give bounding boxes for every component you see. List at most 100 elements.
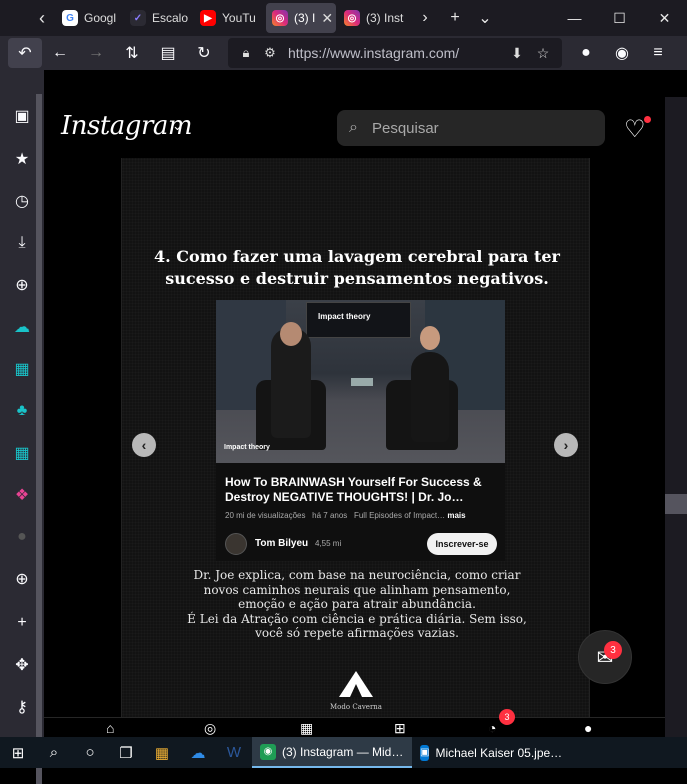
page-scrollbar[interactable] xyxy=(665,97,687,737)
tab-youtube[interactable]: ▶ YouTu xyxy=(194,3,264,33)
activity-badge: 3 xyxy=(499,709,515,725)
post-card: 4. Como fazer uma lavagem cerebral para … xyxy=(121,158,590,737)
firefox-icon: ◉ xyxy=(260,743,276,760)
sync-icon[interactable]: ⇅ xyxy=(114,36,150,70)
cloud-icon[interactable]: ☁ xyxy=(8,313,36,341)
list-tabs-icon[interactable]: ⌄ xyxy=(470,0,500,36)
photos-icon: ▣ xyxy=(420,744,430,761)
profile-icon[interactable]: ◉ xyxy=(604,36,640,70)
apps-grid-icon[interactable]: ❖ xyxy=(8,481,36,509)
carousel-prev-button[interactable]: ‹ xyxy=(132,433,156,457)
thumbnail-watermark: Impact theory xyxy=(224,444,270,451)
messages-button[interactable]: ✉ xyxy=(578,630,632,684)
url-text[interactable]: https://www.instagram.com/ xyxy=(288,45,504,61)
tab-instagram[interactable]: ◎ (3) Inst xyxy=(338,3,408,33)
reload-icon[interactable]: ↻ xyxy=(186,36,222,70)
post-heading: 4. Como fazer uma lavagem cerebral para … xyxy=(154,247,560,288)
post-caption: Dr. Joe explica, com base na neurociênci… xyxy=(147,568,567,641)
instagram-bottom-nav: ⌂ ◎ ▦ ⊞ ◔ 3 ● xyxy=(44,709,665,737)
windows-start-icon[interactable]: ⊞ xyxy=(0,737,36,768)
explore-icon[interactable]: ◎ xyxy=(204,720,216,737)
video-thumbnail[interactable]: Impact theory Impact theory xyxy=(216,300,505,463)
extension-circle-icon[interactable]: ● xyxy=(8,523,36,551)
globe-icon[interactable]: ⊕ xyxy=(8,271,36,299)
tree-icon[interactable]: ♣ xyxy=(8,397,36,425)
tab-scroll-right-icon[interactable]: › xyxy=(410,0,440,36)
sidebar-toggle-icon[interactable]: ▤ xyxy=(150,36,186,70)
tab-google[interactable]: G Googl xyxy=(56,3,122,33)
modo-caverna-logo-icon xyxy=(339,671,373,697)
scrollbar-thumb[interactable] xyxy=(665,494,687,514)
taskbar-search-icon[interactable]: ⌕ xyxy=(36,737,72,768)
caption-line: É Lei da Atração com ciência e prática d… xyxy=(187,611,527,626)
chevron-down-icon[interactable]: ⌄ xyxy=(172,118,183,134)
close-tab-icon[interactable]: ✕ xyxy=(321,10,333,27)
more-link[interactable]: mais xyxy=(447,511,465,520)
save-to-pocket-icon[interactable]: ⬇ xyxy=(504,45,530,62)
web-panel-icon[interactable]: ⊕ xyxy=(8,565,36,593)
forward-icon[interactable]: → xyxy=(78,36,114,70)
create-icon[interactable]: ⊞ xyxy=(394,720,406,737)
search-icon: ⌕ xyxy=(349,119,358,136)
channel-avatar[interactable] xyxy=(225,533,247,555)
calendar-icon[interactable]: ▦ xyxy=(8,439,36,467)
browser-sidebar: ▣ ★ ◷ ⤓ ⊕ ☁ ▦ ♣ ▦ ❖ ● ⊕ + ✥ ⚷ xyxy=(0,70,44,784)
tab-instagram-active[interactable]: ◎ (3) I ✕ xyxy=(266,3,336,33)
thumbnail-head-right xyxy=(420,326,440,350)
briefcase-icon[interactable]: ▣ xyxy=(8,102,36,130)
notifications-heart-icon[interactable]: ♡ xyxy=(624,115,646,144)
key-icon[interactable]: ⚷ xyxy=(8,693,36,721)
window-controls: — ☐ ✕ xyxy=(552,0,687,36)
reels-icon[interactable]: ▦ xyxy=(300,720,313,737)
maximize-icon[interactable]: ☐ xyxy=(597,0,642,36)
onedrive-icon[interactable]: ☁ xyxy=(180,737,216,768)
home-icon[interactable]: ⌂ xyxy=(106,720,114,736)
bookmark-star-icon[interactable]: ☆ xyxy=(530,45,556,62)
video-title[interactable]: How To BRAINWASH Yourself For Success & … xyxy=(225,475,501,505)
subscribe-button[interactable]: Inscrever-se xyxy=(427,533,497,555)
permissions-icon[interactable]: ⚙ xyxy=(258,45,282,61)
new-tab-icon[interactable]: + xyxy=(440,0,470,36)
search-input[interactable]: ⌕ Pesquisar xyxy=(337,110,605,146)
tab-scroll-left-icon[interactable]: ‹ xyxy=(28,0,56,36)
thumbnail-person-right xyxy=(411,352,449,442)
cortana-icon[interactable]: ○ xyxy=(72,737,108,768)
activity-icon[interactable]: ◔ xyxy=(488,720,496,736)
task-view-icon[interactable]: ❐ xyxy=(108,737,144,768)
video-views: 20 mi de visualizações xyxy=(225,511,306,520)
thumbnail-brand: Impact theory xyxy=(318,312,371,321)
brand-name: Modo Caverna xyxy=(330,703,382,711)
taskbar-app-browser[interactable]: ◉ (3) Instagram — Mid… xyxy=(252,737,412,768)
close-window-icon[interactable]: ✕ xyxy=(642,0,687,36)
thumbnail-table xyxy=(351,378,373,386)
caption-line: Dr. Joe explica, com base na neurociênci… xyxy=(193,568,521,582)
profile-avatar-icon[interactable]: ● xyxy=(584,720,592,736)
taskbar-app-photos[interactable]: ▣ Michael Kaiser 05.jpe… xyxy=(412,737,567,768)
minimize-icon[interactable]: — xyxy=(552,0,597,36)
windows-taskbar: ⊞ ⌕ ○ ❐ ▦ ☁ W ◉ (3) Instagram — Mid… ▣ M… xyxy=(0,737,687,768)
messages-badge: 3 xyxy=(604,641,622,659)
channel-name[interactable]: Tom Bilyeu xyxy=(255,538,308,549)
back-icon[interactable]: ← xyxy=(42,36,78,70)
video-description: Full Episodes of Impact… xyxy=(353,511,446,520)
add-panel-icon[interactable]: + xyxy=(8,609,36,637)
account-icon[interactable]: ● xyxy=(568,36,604,70)
sidebar-resize-strip[interactable] xyxy=(36,94,42,784)
lock-icon[interactable]: 🔒︎ xyxy=(234,45,258,61)
url-bar[interactable]: 🔒︎ ⚙ https://www.instagram.com/ ⬇ ☆ xyxy=(228,38,562,68)
tab-escalo[interactable]: ✓ Escalo xyxy=(124,3,192,33)
search-placeholder: Pesquisar xyxy=(371,119,439,137)
store-icon[interactable]: ▦ xyxy=(144,737,180,768)
menu-icon[interactable]: ≡ xyxy=(640,36,676,70)
history-icon[interactable]: ◷ xyxy=(8,187,36,215)
bookmarks-star-icon[interactable]: ★ xyxy=(8,145,36,173)
escalo-icon: ✓ xyxy=(130,10,146,26)
caption-line: novos caminhos neurais que alinham pensa… xyxy=(203,582,511,597)
word-icon[interactable]: W xyxy=(216,737,252,768)
youtube-embed[interactable]: Impact theory Impact theory How To BRAIN… xyxy=(216,300,505,561)
notes-icon[interactable]: ▦ xyxy=(8,355,36,383)
carousel-next-button[interactable]: › xyxy=(554,433,578,457)
undo-close-tab-icon[interactable]: ↶ xyxy=(8,38,42,68)
downloads-icon[interactable]: ⤓ xyxy=(8,229,36,257)
extensions-puzzle-icon[interactable]: ✥ xyxy=(8,651,36,679)
